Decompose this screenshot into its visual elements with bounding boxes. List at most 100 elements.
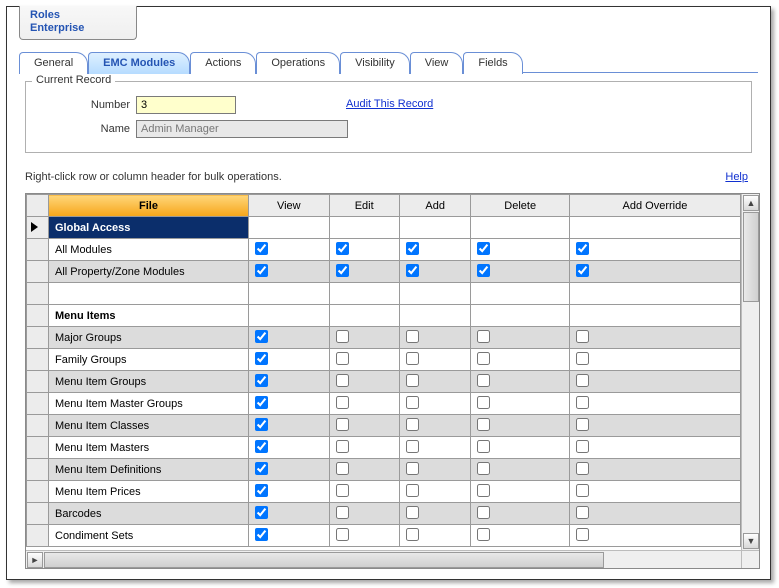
perm-cell-add[interactable] — [399, 393, 471, 415]
permission-checkbox[interactable] — [576, 506, 589, 519]
scroll-down-button[interactable]: ▼ — [743, 533, 759, 549]
perm-cell-add[interactable] — [399, 349, 471, 371]
permission-checkbox[interactable] — [255, 396, 268, 409]
file-cell[interactable]: Major Groups — [49, 327, 249, 349]
perm-cell-edit[interactable] — [329, 525, 399, 547]
file-cell[interactable]: Menu Item Master Groups — [49, 393, 249, 415]
permission-checkbox[interactable] — [255, 352, 268, 365]
permission-checkbox[interactable] — [336, 330, 349, 343]
perm-cell-add[interactable] — [399, 327, 471, 349]
tab-visibility[interactable]: Visibility — [340, 52, 410, 74]
file-cell[interactable]: Menu Item Groups — [49, 371, 249, 393]
permission-checkbox[interactable] — [336, 528, 349, 541]
file-cell[interactable] — [49, 283, 249, 305]
perm-cell-delete[interactable] — [471, 217, 569, 239]
permission-checkbox[interactable] — [406, 528, 419, 541]
row-header[interactable] — [27, 217, 49, 239]
permission-checkbox[interactable] — [255, 462, 268, 475]
perm-cell-add[interactable] — [399, 371, 471, 393]
row-header[interactable] — [27, 327, 49, 349]
table-row[interactable]: Menu Item Groups — [27, 371, 741, 393]
column-header-view[interactable]: View — [249, 195, 330, 217]
file-cell[interactable]: All Modules — [49, 239, 249, 261]
perm-cell-delete[interactable] — [471, 503, 569, 525]
permission-checkbox[interactable] — [255, 440, 268, 453]
permission-checkbox[interactable] — [576, 462, 589, 475]
permission-checkbox[interactable] — [477, 418, 490, 431]
perm-cell-view[interactable] — [249, 437, 330, 459]
permission-checkbox[interactable] — [477, 506, 490, 519]
permission-checkbox[interactable] — [406, 484, 419, 497]
grid-corner-header[interactable] — [27, 195, 49, 217]
scroll-up-button[interactable]: ▲ — [743, 195, 759, 211]
perm-cell-delete[interactable] — [471, 327, 569, 349]
perm-cell-edit[interactable] — [329, 305, 399, 327]
perm-cell-edit[interactable] — [329, 437, 399, 459]
perm-cell-add-override[interactable] — [569, 371, 740, 393]
perm-cell-add-override[interactable] — [569, 525, 740, 547]
permission-checkbox[interactable] — [576, 264, 589, 277]
perm-cell-add-override[interactable] — [569, 393, 740, 415]
horizontal-scroll-thumb[interactable] — [44, 552, 604, 568]
file-cell[interactable]: Barcodes — [49, 503, 249, 525]
permission-checkbox[interactable] — [406, 374, 419, 387]
file-cell[interactable]: Menu Item Definitions — [49, 459, 249, 481]
perm-cell-view[interactable] — [249, 459, 330, 481]
permission-checkbox[interactable] — [576, 528, 589, 541]
permission-checkbox[interactable] — [406, 418, 419, 431]
perm-cell-edit[interactable] — [329, 459, 399, 481]
perm-cell-add[interactable] — [399, 525, 471, 547]
permission-checkbox[interactable] — [477, 264, 490, 277]
table-row[interactable]: Menu Item Classes — [27, 415, 741, 437]
permission-checkbox[interactable] — [255, 242, 268, 255]
permission-checkbox[interactable] — [255, 484, 268, 497]
table-row[interactable]: Menu Item Master Groups — [27, 393, 741, 415]
permission-checkbox[interactable] — [336, 374, 349, 387]
perm-cell-add[interactable] — [399, 261, 471, 283]
permission-checkbox[interactable] — [576, 440, 589, 453]
permission-checkbox[interactable] — [477, 242, 490, 255]
perm-cell-edit[interactable] — [329, 261, 399, 283]
perm-cell-add-override[interactable] — [569, 503, 740, 525]
permission-checkbox[interactable] — [477, 484, 490, 497]
row-header[interactable] — [27, 261, 49, 283]
permission-checkbox[interactable] — [336, 484, 349, 497]
perm-cell-edit[interactable] — [329, 239, 399, 261]
permission-checkbox[interactable] — [336, 352, 349, 365]
perm-cell-add[interactable] — [399, 217, 471, 239]
tab-actions[interactable]: Actions — [190, 52, 256, 74]
perm-cell-view[interactable] — [249, 503, 330, 525]
permission-checkbox[interactable] — [336, 440, 349, 453]
file-cell[interactable]: Family Groups — [49, 349, 249, 371]
permission-checkbox[interactable] — [336, 264, 349, 277]
perm-cell-add-override[interactable] — [569, 327, 740, 349]
row-header[interactable] — [27, 239, 49, 261]
perm-cell-add[interactable] — [399, 459, 471, 481]
file-cell[interactable]: Menu Item Masters — [49, 437, 249, 459]
permission-checkbox[interactable] — [406, 396, 419, 409]
perm-cell-add-override[interactable] — [569, 437, 740, 459]
tab-general[interactable]: General — [19, 52, 88, 74]
perm-cell-delete[interactable] — [471, 525, 569, 547]
file-cell[interactable]: Condiment Sets — [49, 525, 249, 547]
perm-cell-add-override[interactable] — [569, 481, 740, 503]
permission-checkbox[interactable] — [406, 506, 419, 519]
table-row[interactable]: Menu Items — [27, 305, 741, 327]
perm-cell-view[interactable] — [249, 305, 330, 327]
file-cell[interactable]: Menu Items — [49, 305, 249, 327]
perm-cell-delete[interactable] — [471, 261, 569, 283]
table-row[interactable]: Menu Item Masters — [27, 437, 741, 459]
permission-checkbox[interactable] — [255, 374, 268, 387]
table-row[interactable]: Barcodes — [27, 503, 741, 525]
row-header[interactable] — [27, 349, 49, 371]
row-header[interactable] — [27, 503, 49, 525]
perm-cell-add[interactable] — [399, 437, 471, 459]
permission-checkbox[interactable] — [576, 242, 589, 255]
perm-cell-edit[interactable] — [329, 283, 399, 305]
perm-cell-view[interactable] — [249, 371, 330, 393]
permission-checkbox[interactable] — [477, 330, 490, 343]
perm-cell-delete[interactable] — [471, 415, 569, 437]
permission-checkbox[interactable] — [576, 396, 589, 409]
perm-cell-view[interactable] — [249, 327, 330, 349]
perm-cell-add[interactable] — [399, 415, 471, 437]
